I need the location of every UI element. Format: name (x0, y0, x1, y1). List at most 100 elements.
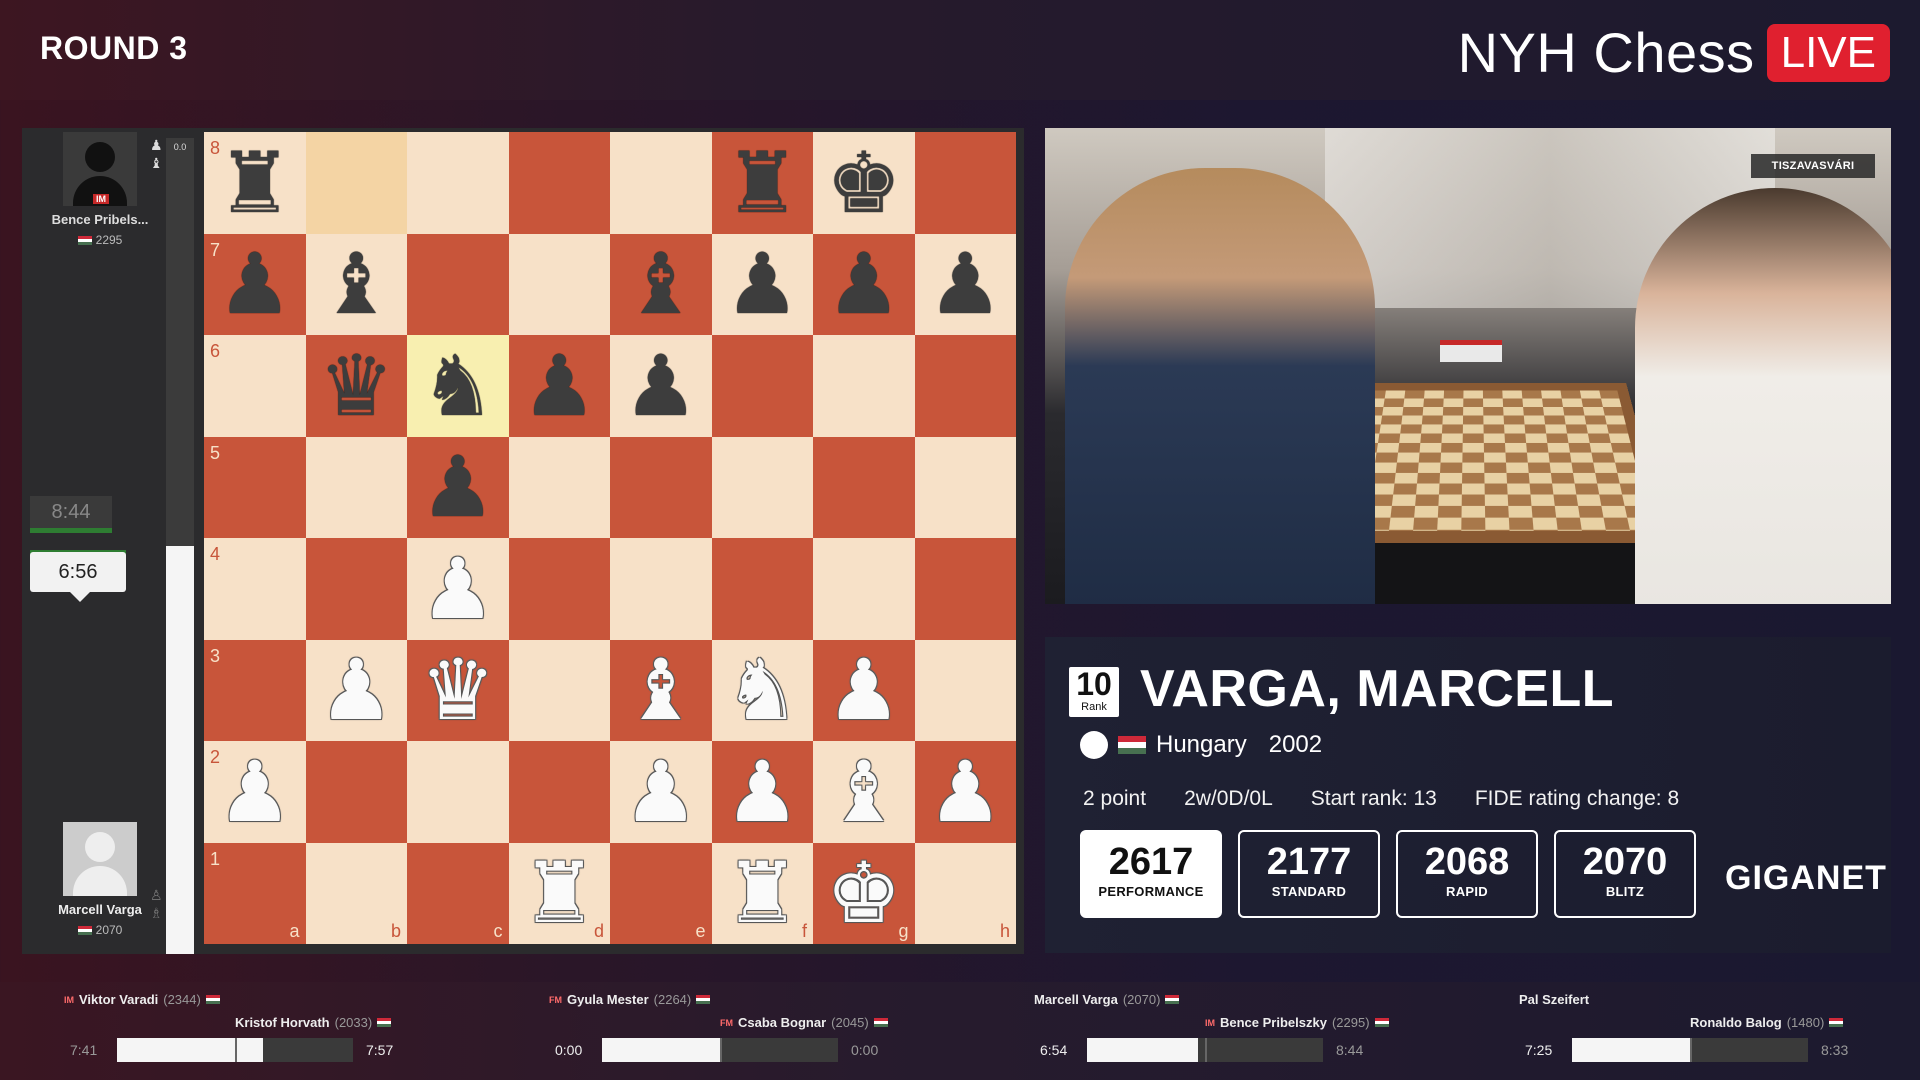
square-f3[interactable]: ♞ (711, 639, 813, 741)
square-a6[interactable]: 6 (204, 335, 306, 437)
square-a8[interactable]: 8 ♜ (204, 132, 306, 234)
square-e5[interactable] (610, 436, 712, 538)
square-e3[interactable]: ♝ (610, 639, 712, 741)
white-bishop-icon[interactable]: ♝ (623, 648, 698, 732)
chessboard[interactable]: 8 ♜ ♜ ♚ 7 ♟ ♝ ♝ ♟ ♟ ♟ 6 ♛ ♞ ♟ ♟ 5 ♟ 4 ♟ 3 ♟ ♛ ♝ ♞ ♟ 2 ♟ ♟ ♟ ♝ ♟ 1 a b c d ♜ e f… (204, 132, 1016, 944)
square-b6[interactable]: ♛ (305, 335, 407, 437)
square-h8[interactable] (914, 132, 1016, 234)
black-clock: 8:33 (1821, 1042, 1849, 1058)
square-e2[interactable]: ♟ (610, 741, 712, 843)
black-pawn-icon[interactable]: ♟ (623, 344, 698, 428)
square-b2[interactable] (305, 741, 407, 843)
square-c7[interactable] (407, 233, 509, 335)
square-d4[interactable] (508, 538, 610, 640)
square-f2[interactable]: ♟ (711, 741, 813, 843)
square-f1[interactable]: f ♜ (711, 842, 813, 944)
square-a3[interactable]: 3 (204, 639, 306, 741)
square-b5[interactable] (305, 436, 407, 538)
black-pawn-icon[interactable]: ♟ (522, 344, 597, 428)
white-pawn-icon[interactable]: ♟ (623, 750, 698, 834)
square-e7[interactable]: ♝ (610, 233, 712, 335)
square-c6[interactable]: ♞ (407, 335, 509, 437)
ticker-game[interactable]: FM Gyula Mester (2264) FM Csaba Bognar (2045)… (545, 982, 1025, 1080)
square-e1[interactable]: e (610, 842, 712, 944)
square-g6[interactable] (813, 335, 915, 437)
square-f6[interactable] (711, 335, 813, 437)
square-h2[interactable]: ♟ (914, 741, 1016, 843)
black-rook-icon[interactable]: ♜ (217, 141, 292, 225)
square-b3[interactable]: ♟ (305, 639, 407, 741)
white-pawn-icon[interactable]: ♟ (319, 648, 394, 732)
square-h3[interactable] (914, 639, 1016, 741)
square-f8[interactable]: ♜ (711, 132, 813, 234)
square-c4[interactable]: ♟ (407, 538, 509, 640)
square-h1[interactable]: h (914, 842, 1016, 944)
square-f7[interactable]: ♟ (711, 233, 813, 335)
square-c8[interactable] (407, 132, 509, 234)
black-bishop-icon[interactable]: ♝ (319, 242, 394, 326)
square-h5[interactable] (914, 436, 1016, 538)
black-rook-icon[interactable]: ♜ (725, 141, 800, 225)
square-b4[interactable] (305, 538, 407, 640)
white-pawn-icon[interactable]: ♟ (928, 750, 1003, 834)
square-g8[interactable]: ♚ (813, 132, 915, 234)
square-h6[interactable] (914, 335, 1016, 437)
square-f5[interactable] (711, 436, 813, 538)
ticker-game[interactable]: IM Viktor Varadi (2344) Kristof Horvath (203… (60, 982, 540, 1080)
square-a1[interactable]: 1a (204, 842, 306, 944)
square-g3[interactable]: ♟ (813, 639, 915, 741)
square-d1[interactable]: d ♜ (508, 842, 610, 944)
white-king-icon[interactable]: ♚ (826, 851, 901, 935)
black-king-icon[interactable]: ♚ (826, 141, 901, 225)
square-e4[interactable] (610, 538, 712, 640)
white-bishop-icon[interactable]: ♝ (826, 750, 901, 834)
square-g1[interactable]: g ♚ (813, 842, 915, 944)
black-pawn-icon[interactable]: ♟ (420, 445, 495, 529)
square-c5[interactable]: ♟ (407, 436, 509, 538)
square-a4[interactable]: 4 (204, 538, 306, 640)
black-pawn-icon[interactable]: ♟ (826, 242, 901, 326)
white-rook-icon[interactable]: ♜ (725, 851, 800, 935)
time-bar-divider (1205, 1038, 1207, 1062)
white-queen-icon[interactable]: ♛ (420, 648, 495, 732)
black-bishop-icon[interactable]: ♝ (623, 242, 698, 326)
black-pawn-icon[interactable]: ♟ (725, 242, 800, 326)
black-pawn-icon[interactable]: ♟ (928, 242, 1003, 326)
white-pawn-icon[interactable]: ♟ (725, 750, 800, 834)
square-d7[interactable] (508, 233, 610, 335)
square-h4[interactable] (914, 538, 1016, 640)
square-a2[interactable]: 2 ♟ (204, 741, 306, 843)
white-pawn-icon[interactable]: ♟ (217, 750, 292, 834)
square-d6[interactable]: ♟ (508, 335, 610, 437)
white-clock: 7:41 (70, 1042, 98, 1058)
square-d2[interactable] (508, 741, 610, 843)
square-d5[interactable] (508, 436, 610, 538)
square-b1[interactable]: b (305, 842, 407, 944)
black-pawn-icon[interactable]: ♟ (217, 242, 292, 326)
white-pawn-icon[interactable]: ♟ (420, 547, 495, 631)
square-c3[interactable]: ♛ (407, 639, 509, 741)
square-d3[interactable] (508, 639, 610, 741)
square-c1[interactable]: c (407, 842, 509, 944)
white-rook-icon[interactable]: ♜ (522, 851, 597, 935)
square-b7[interactable]: ♝ (305, 233, 407, 335)
square-g5[interactable] (813, 436, 915, 538)
square-a5[interactable]: 5 (204, 436, 306, 538)
square-h7[interactable]: ♟ (914, 233, 1016, 335)
square-f4[interactable] (711, 538, 813, 640)
black-queen-icon[interactable]: ♛ (319, 344, 394, 428)
ticker-game[interactable]: Pal Szeifert Ronaldo Balog (1480) 7:25 8:33 (1515, 982, 1920, 1080)
square-a7[interactable]: 7 ♟ (204, 233, 306, 335)
black-knight-icon[interactable]: ♞ (420, 344, 495, 428)
square-c2[interactable] (407, 741, 509, 843)
square-e8[interactable] (610, 132, 712, 234)
white-pawn-icon[interactable]: ♟ (826, 648, 901, 732)
ticker-game[interactable]: Marcell Varga (2070) IM Bence Pribelszky (22… (1030, 982, 1510, 1080)
square-d8[interactable] (508, 132, 610, 234)
square-b8[interactable] (305, 132, 407, 234)
white-knight-icon[interactable]: ♞ (725, 648, 800, 732)
square-g4[interactable] (813, 538, 915, 640)
square-e6[interactable]: ♟ (610, 335, 712, 437)
square-g7[interactable]: ♟ (813, 233, 915, 335)
square-g2[interactable]: ♝ (813, 741, 915, 843)
